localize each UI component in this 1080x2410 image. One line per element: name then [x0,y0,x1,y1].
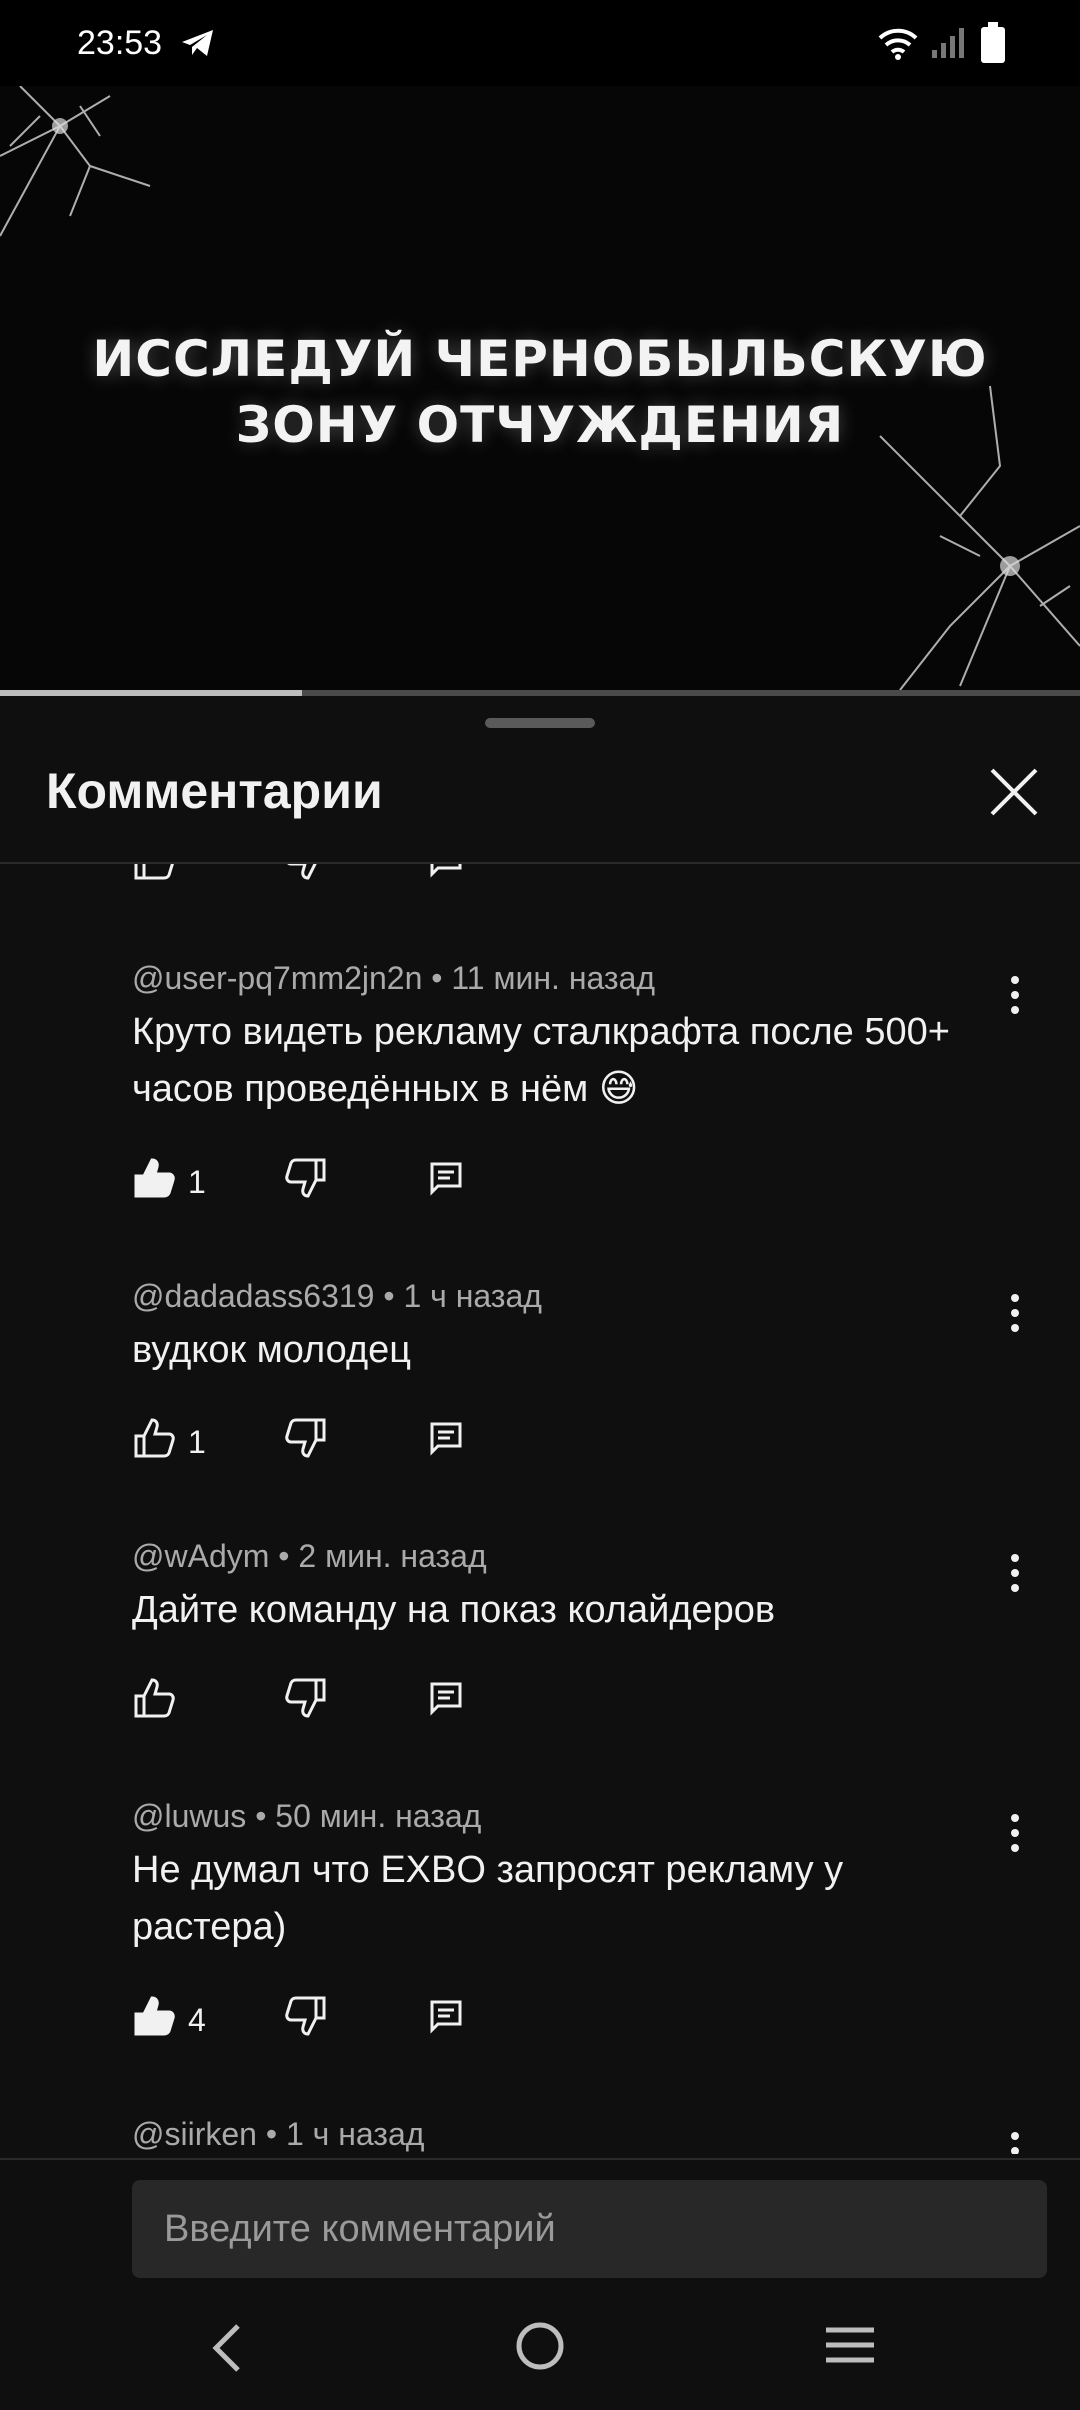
video-player[interactable]: ИССЛЕДУЙ ЧЕРНОБЫЛЬСКУЮ ЗОНУ ОТЧУЖДЕНИЯ [0,86,1080,690]
dislike-icon[interactable] [284,1994,328,2038]
comment-actions: 4 [132,1994,532,2044]
comment-time: 1 ч назад [403,1278,542,1314]
previous-comment-actions [0,864,1080,888]
comment-text: Круто видеть рекламу сталкрафта после 50… [132,1011,950,1110]
status-time: 23:53 [77,24,163,62]
video-title-line-2: ЗОНУ ОТЧУЖДЕНИЯ [235,396,845,454]
more-options-icon[interactable] [1000,1288,1030,1338]
reply-icon[interactable] [428,1420,464,1456]
like-count: 1 [188,1164,206,1200]
dislike-icon[interactable] [284,864,328,882]
comment-time: 50 мин. назад [275,1798,482,1834]
comments-title: Комментарии [46,763,383,819]
comment-meta: @dadadass6319 • 1 ч назад [132,1278,542,1314]
system-nav-bar [0,2298,1080,2408]
comment-text: Не думал что EXBO запросят рекламу у рас… [132,1849,844,1948]
like-count: 1 [188,1424,206,1460]
battery-icon [981,22,1005,63]
telegram-icon [182,30,213,56]
like-icon[interactable] [132,1994,176,2038]
drag-handle[interactable] [485,718,595,728]
comment-input[interactable] [132,2180,1047,2278]
comment-meta: @wAdym • 2 мин. назад [132,1538,487,1574]
dislike-icon[interactable] [284,1156,328,1200]
comment-time: 2 мин. назад [298,1538,487,1574]
more-options-icon[interactable] [1000,2126,1030,2154]
dislike-icon[interactable] [284,1416,328,1460]
comment-time: 11 мин. назад [451,960,656,996]
comment-author[interactable]: @luwus [132,1798,246,1834]
comment-meta: @luwus • 50 мин. назад [132,1798,482,1834]
like-icon[interactable] [132,1676,176,1720]
comment-actions: 1 [132,1156,532,1206]
back-icon[interactable] [206,2318,246,2378]
comment-time: 1 ч назад [285,2116,425,2152]
comment-author[interactable]: @user-pq7mm2jn2n [132,960,422,996]
signal-icon [932,28,964,58]
dislike-icon[interactable] [284,1676,328,1720]
like-icon[interactable] [132,864,176,882]
comment-actions: 1 [132,1416,532,1466]
comment-author[interactable]: @dadadass6319 [132,1278,374,1314]
more-options-icon[interactable] [1000,1548,1030,1598]
comments-panel: Комментарии @user-pq7mm2jn2n • 11 мин. н… [0,696,1080,2408]
like-icon[interactable] [132,1156,176,1200]
more-options-icon[interactable] [1000,970,1030,1020]
video-overlay-title: ИССЛЕДУЙ ЧЕРНОБЫЛЬСКУЮ ЗОНУ ОТЧУЖДЕНИЯ [0,326,1080,458]
comment-actions [132,1676,532,1726]
status-bar: 23:53 [0,0,1080,86]
comments-list[interactable]: @user-pq7mm2jn2n • 11 мин. назад Круто в… [0,864,1080,2154]
comment-author[interactable]: @wAdym [132,1538,269,1574]
reply-icon[interactable] [428,1160,464,1196]
comment-text: Дайте команду на показ колайдеров [132,1589,776,1631]
home-icon[interactable] [514,2316,566,2376]
close-icon[interactable] [984,762,1044,822]
like-count: 4 [188,2002,206,2038]
comment-text: вудкок молодец [132,1329,412,1371]
reply-icon[interactable] [428,1998,464,2034]
comment-meta: @siirken • 1 ч назад [132,2116,425,2152]
comments-header: Комментарии [0,696,1080,864]
reply-icon[interactable] [428,864,464,878]
reply-icon[interactable] [428,1680,464,1716]
comment-author[interactable]: @siirken [132,2116,257,2152]
video-title-line-1: ИССЛЕДУЙ ЧЕРНОБЫЛЬСКУЮ [92,330,988,388]
more-options-icon[interactable] [1000,1808,1030,1858]
like-icon[interactable] [132,1416,176,1460]
comment-meta: @user-pq7mm2jn2n • 11 мин. назад [132,960,656,996]
wifi-icon [878,28,918,60]
menu-icon[interactable] [822,2320,878,2370]
